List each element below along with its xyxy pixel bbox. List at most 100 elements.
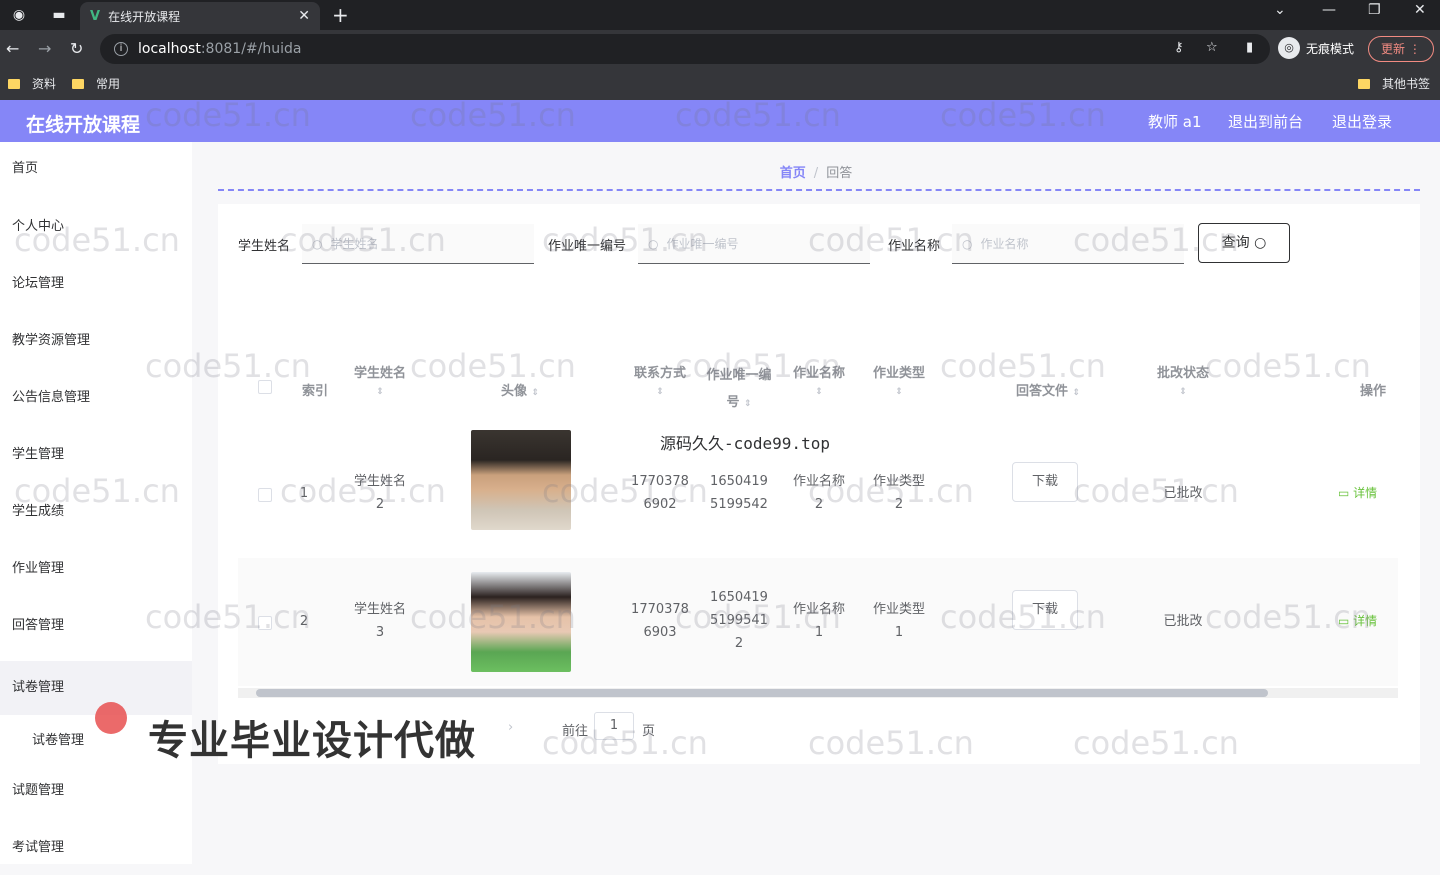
watermark: code51.cn (1073, 221, 1239, 259)
address-bar-row: ← → ↻ i localhost :8081/#/huida ⚷ ☆ ▮ ◎ … (0, 30, 1440, 68)
folder-icon (1358, 78, 1370, 89)
watermark: code51.cn (675, 96, 841, 134)
tab-title: 在线开放课程 (108, 9, 181, 24)
sidebar-item-forum[interactable]: 论坛管理 (0, 257, 192, 311)
tab-search-icon[interactable]: ⌄ (1274, 2, 1286, 18)
sidebar-item-home[interactable]: 首页 (0, 142, 192, 196)
watermark: code51.cn (675, 347, 841, 385)
watermark: code51.cn (808, 724, 974, 762)
sort-icon[interactable]: ⇕ (784, 387, 854, 397)
th-homework-type-label: 作业类型 (872, 366, 925, 381)
detail-button[interactable]: ▭ 详情 (1338, 484, 1377, 501)
url-input[interactable]: i localhost :8081/#/huida (100, 34, 1270, 64)
sort-icon[interactable]: ⇕ (864, 387, 934, 397)
watermark: code51.cn (940, 96, 1106, 134)
watermark: code51.cn (14, 472, 180, 510)
watermark: code51.cn (410, 347, 576, 385)
search-icon: ○ (1254, 235, 1267, 251)
watermark: code51.cn (808, 221, 974, 259)
sidebar-item-exams[interactable]: 考试管理 (0, 821, 192, 875)
tab-list-icon[interactable]: ▬ (50, 6, 68, 24)
breadcrumb-separator: / (813, 166, 819, 181)
sort-icon[interactable]: ⇕ (622, 387, 698, 397)
dashed-divider (218, 189, 1420, 191)
watermark: code51.cn (410, 96, 576, 134)
incognito-badge[interactable]: ◎ 无痕模式 (1278, 37, 1354, 59)
side-panel-icon[interactable]: ▮ (1246, 40, 1253, 55)
th-homework-type[interactable]: 作业类型 ⇕ (864, 362, 934, 397)
bookmark-folder[interactable]: 资料 (8, 75, 56, 92)
breadcrumb-home[interactable]: 首页 (780, 166, 806, 181)
sort-icon[interactable]: ⇕ (340, 387, 420, 397)
th-student[interactable]: 学生姓名 ⇕ (340, 362, 420, 397)
close-window-icon[interactable]: ✕ (1414, 2, 1426, 18)
watermark: code51.cn (940, 347, 1106, 385)
update-button[interactable]: 更新 ⋮ (1368, 36, 1434, 62)
watermark: code51.cn (1205, 347, 1371, 385)
watermark: code51.cn (940, 598, 1106, 636)
sort-icon[interactable]: ⇕ (1073, 388, 1081, 398)
download-button[interactable]: 下载 (1012, 462, 1078, 502)
folder-icon (72, 78, 84, 89)
watermark: code51.cn (542, 472, 708, 510)
update-label: 更新 (1381, 42, 1406, 56)
logout-link[interactable]: 退出登录 (1332, 111, 1392, 132)
bookmark-label: 资料 (32, 77, 57, 91)
watermark: code51.cn (14, 221, 180, 259)
sidebar-item-homework[interactable]: 作业管理 (0, 542, 192, 596)
new-tab-icon[interactable]: + (332, 3, 349, 27)
watermark: code51.cn (280, 472, 446, 510)
cell-student: 学生姓名3 (353, 602, 406, 640)
sort-icon[interactable]: ⇕ (532, 388, 540, 398)
url-host: localhost (138, 41, 201, 57)
cursor-highlight (95, 702, 127, 734)
row-checkbox[interactable] (258, 488, 272, 502)
th-status-label: 批改状态 (1156, 366, 1209, 381)
close-tab-icon[interactable]: ✕ (298, 8, 310, 24)
watermark: code51.cn (542, 221, 708, 259)
bookmark-folder[interactable]: 常用 (72, 75, 120, 92)
promo-overlay: 专业毕业设计代做 (148, 708, 476, 766)
site-info-icon[interactable]: i (114, 42, 128, 56)
sidebar-item-questions[interactable]: 试题管理 (0, 764, 192, 818)
watermark: code51.cn (1073, 724, 1239, 762)
scrollbar-thumb[interactable] (256, 689, 1268, 697)
detail-icon: ▭ (1338, 486, 1354, 500)
other-bookmarks-label: 其他书签 (1382, 77, 1431, 91)
watermark: code51.cn (675, 598, 841, 636)
th-avatar-label: 头像 (500, 384, 527, 399)
sidebar-item-papers[interactable]: 试卷管理 (0, 661, 192, 715)
restore-icon[interactable]: ❐ (1368, 2, 1381, 18)
watermark: code51.cn (145, 598, 311, 636)
watermark: code51.cn (1073, 472, 1239, 510)
sort-icon[interactable]: ⇕ (744, 399, 752, 409)
watermark: code51.cn (410, 598, 576, 636)
minimize-icon[interactable]: — (1322, 2, 1336, 18)
watermark: code51.cn (1205, 598, 1371, 636)
bookmark-star-icon[interactable]: ☆ (1206, 40, 1218, 55)
homework-name-placeholder: 作业名称 (980, 237, 1029, 251)
watermark: code51.cn (542, 724, 708, 762)
breadcrumb: 首页 / 回答 (192, 162, 1440, 181)
watermark: code51.cn (145, 96, 311, 134)
browser-tab-strip: ◉ ▬ V 在线开放课程 ✕ + ⌄ — ❐ ✕ (0, 0, 1440, 30)
key-icon[interactable]: ⚷ (1174, 40, 1184, 55)
back-icon[interactable]: ← (6, 39, 19, 58)
forward-icon[interactable]: → (38, 39, 51, 58)
cell-homework-id: 16504195199542 (710, 474, 768, 512)
promo-overlay-text: 专业毕业设计代做 (148, 718, 476, 764)
sort-icon[interactable]: ⇕ (1138, 387, 1228, 397)
watermark: code51.cn (145, 347, 311, 385)
other-bookmarks[interactable]: 其他书签 (1358, 75, 1430, 92)
breadcrumb-current: 回答 (826, 166, 853, 181)
browser-menu-icon[interactable]: ◉ (10, 6, 28, 24)
folder-icon (8, 78, 20, 89)
bookmark-label: 常用 (96, 77, 121, 91)
next-page-icon[interactable]: › (508, 720, 513, 735)
detail-label: 详情 (1353, 486, 1378, 500)
browser-tab[interactable]: V 在线开放课程 ✕ (80, 2, 320, 30)
horizontal-scrollbar[interactable] (238, 688, 1398, 698)
incognito-icon: ◎ (1278, 37, 1300, 59)
back-to-front-link[interactable]: 退出到前台 (1228, 111, 1303, 132)
reload-icon[interactable]: ↻ (70, 39, 83, 58)
